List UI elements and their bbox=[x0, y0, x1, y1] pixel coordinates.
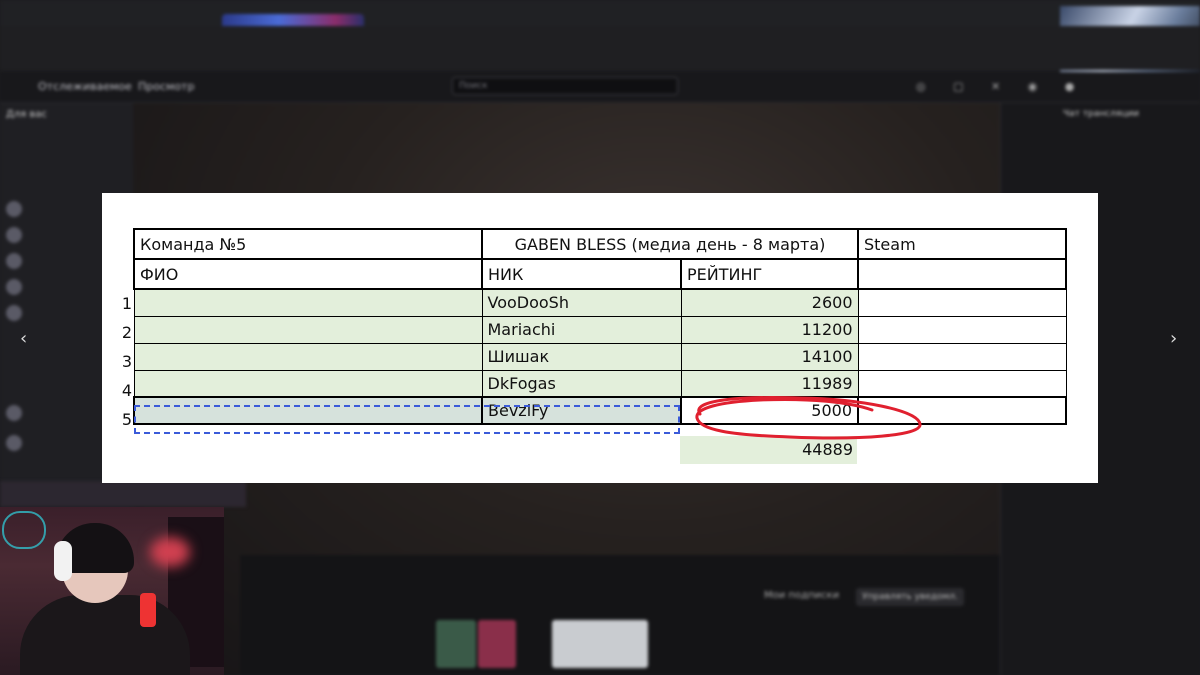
row-number: 3 bbox=[121, 352, 132, 371]
chat-title: Чат трансляции bbox=[1062, 109, 1140, 119]
avatar bbox=[6, 405, 22, 421]
bookmarks-bar bbox=[0, 26, 1200, 70]
chat-message bbox=[1011, 143, 1191, 153]
nav-following[interactable]: Отслеживаемое bbox=[38, 80, 132, 93]
name-cell[interactable] bbox=[133, 369, 483, 398]
steam-cell[interactable] bbox=[857, 396, 1067, 425]
nick-cell[interactable]: BevziFy bbox=[481, 396, 682, 425]
browser-tab[interactable] bbox=[420, 4, 520, 20]
prev-arrow-icon[interactable]: ‹ bbox=[20, 328, 27, 349]
browser-tab-strip bbox=[0, 0, 1200, 26]
header-icons[interactable]: ◎ ▢ ✕ ◉ ● bbox=[916, 80, 1086, 93]
rating-cell[interactable]: 14100 bbox=[680, 342, 859, 371]
rating-cell[interactable]: 2600 bbox=[680, 288, 859, 317]
webcam-frame-top bbox=[0, 481, 246, 507]
subscriptions-button[interactable]: Мои подписки bbox=[764, 590, 839, 601]
chat-message bbox=[1011, 183, 1191, 193]
chat-message bbox=[1011, 523, 1191, 533]
table-row: Шишак 14100 bbox=[133, 342, 1067, 371]
name-cell[interactable] bbox=[133, 342, 483, 371]
name-cell[interactable] bbox=[133, 288, 483, 317]
avatar bbox=[6, 279, 22, 295]
microphone-icon bbox=[140, 593, 156, 627]
team-roster-table: Команда №5 GABEN BLESS (медиа день - 8 м… bbox=[133, 228, 1067, 425]
chat-message bbox=[1011, 503, 1191, 513]
avatar bbox=[6, 435, 22, 451]
rating-cell[interactable]: 11989 bbox=[680, 369, 859, 398]
row-number: 2 bbox=[121, 323, 132, 342]
nick-cell[interactable]: DkFogas bbox=[481, 369, 682, 398]
browser-tab[interactable] bbox=[520, 4, 610, 20]
header-rating-cell[interactable]: РЕЙТИНГ bbox=[680, 258, 859, 290]
chat-message bbox=[1011, 543, 1191, 553]
table-row: DkFogas 11989 bbox=[133, 369, 1067, 398]
steam-cell[interactable] bbox=[857, 315, 1067, 344]
headset-icon bbox=[54, 541, 72, 581]
rating-total-cell[interactable]: 44889 bbox=[680, 436, 857, 464]
steam-cell[interactable] bbox=[857, 342, 1067, 371]
header-name-cell[interactable]: ФИО bbox=[133, 258, 483, 290]
steam-cell[interactable] bbox=[857, 288, 1067, 317]
nick-cell[interactable]: Шишак bbox=[481, 342, 682, 371]
notifications-button[interactable]: Управлять уведомл. bbox=[856, 588, 964, 606]
steam-cell[interactable] bbox=[857, 369, 1067, 398]
avatar bbox=[6, 305, 22, 321]
row-number: 1 bbox=[121, 294, 132, 313]
platform-cell[interactable]: Steam bbox=[857, 228, 1067, 260]
webcam-light bbox=[150, 537, 190, 567]
header-nick-cell[interactable]: НИК bbox=[481, 258, 682, 290]
row-number: 5 bbox=[121, 410, 132, 429]
rating-cell[interactable]: 5000 bbox=[680, 396, 859, 425]
avatar bbox=[6, 201, 22, 217]
team-name-cell[interactable]: Команда №5 bbox=[133, 228, 483, 260]
recommended-thumbnail[interactable] bbox=[436, 620, 476, 668]
table-row-selected: BevziFy 5000 bbox=[133, 396, 1067, 425]
streamer-webcam bbox=[0, 507, 224, 675]
nick-cell[interactable]: VooDooSh bbox=[481, 288, 682, 317]
nick-cell[interactable]: Mariachi bbox=[481, 315, 682, 344]
avatar bbox=[6, 227, 22, 243]
next-arrow-icon[interactable]: › bbox=[1170, 328, 1177, 349]
recommended-thumbnail[interactable] bbox=[478, 620, 516, 668]
row-number: 4 bbox=[121, 381, 132, 400]
rating-cell[interactable]: 11200 bbox=[680, 315, 859, 344]
recommended-thumbnail[interactable] bbox=[552, 620, 648, 668]
header-steam-cell[interactable] bbox=[857, 258, 1067, 290]
table-row: VooDooSh 2600 bbox=[133, 288, 1067, 317]
nav-browse[interactable]: Просмотр bbox=[138, 80, 194, 93]
neon-sign bbox=[2, 511, 46, 549]
chat-message bbox=[1011, 163, 1191, 173]
name-cell[interactable] bbox=[133, 396, 483, 425]
table-row: Mariachi 11200 bbox=[133, 315, 1067, 344]
name-cell[interactable] bbox=[133, 315, 483, 344]
event-title-cell[interactable]: GABEN BLESS (медиа день - 8 марта) bbox=[481, 228, 859, 260]
avatar bbox=[6, 253, 22, 269]
streamer-body bbox=[20, 595, 190, 675]
search-input[interactable]: Поиск bbox=[452, 77, 678, 95]
sidebar-title: Для вас bbox=[6, 109, 47, 120]
